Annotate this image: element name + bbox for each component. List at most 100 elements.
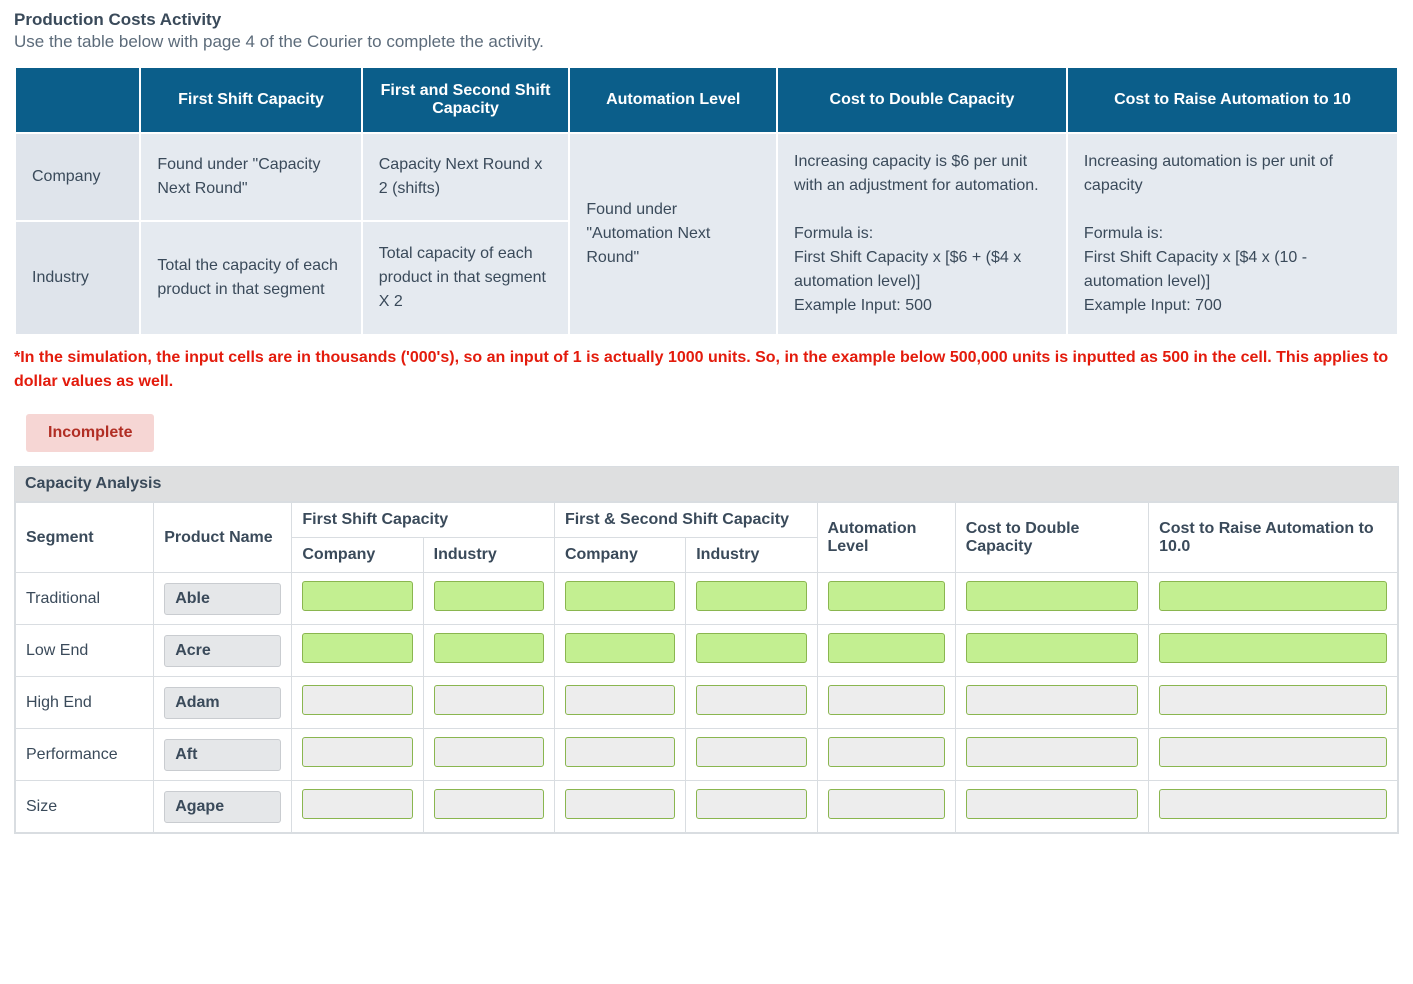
cost-double-input[interactable] [966, 581, 1138, 611]
table-row: High End Adam [16, 677, 1398, 729]
cost-double-input[interactable] [966, 737, 1138, 767]
first-second-company-input[interactable] [565, 633, 675, 663]
cell-cost-double: Increasing capacity is $6 per unit with … [778, 134, 1066, 334]
reference-table: First Shift Capacity First and Second Sh… [14, 66, 1399, 336]
page-title: Production Costs Activity [14, 10, 1399, 30]
cell-first-second-company [554, 781, 685, 833]
ref-header-cost-auto: Cost to Raise Automation to 10 [1068, 68, 1397, 132]
cell-cost-raise-auto [1149, 729, 1398, 781]
cell-cost-raise-auto [1149, 677, 1398, 729]
ref-row-company: Company [16, 134, 139, 220]
cost-double-input[interactable] [966, 685, 1138, 715]
first-shift-industry-input[interactable] [434, 737, 544, 767]
cap-subheader-fs2-company: Company [554, 538, 685, 573]
cell-first-second-industry [686, 729, 817, 781]
capacity-analysis-table: Capacity Analysis Segment Product Name F… [14, 466, 1399, 834]
first-shift-industry-input[interactable] [434, 685, 544, 715]
note-text: *In the simulation, the input cells are … [14, 346, 1399, 394]
product-chip: Able [164, 583, 281, 615]
cell-cost-raise-auto [1149, 573, 1398, 625]
ref-header-first-shift: First Shift Capacity [141, 68, 360, 132]
cost-raise-auto-input[interactable] [1159, 581, 1387, 611]
cell-cost-double-desc: Increasing capacity is $6 per unit with … [794, 150, 1050, 198]
first-second-industry-input[interactable] [696, 789, 806, 819]
cell-segment: High End [16, 677, 154, 729]
first-second-company-input[interactable] [565, 685, 675, 715]
cost-double-input[interactable] [966, 633, 1138, 663]
cell-automation-level [817, 781, 955, 833]
cell-cost-raise-auto [1149, 781, 1398, 833]
ref-header-first-second: First and Second Shift Capacity [363, 68, 569, 132]
cost-raise-auto-input[interactable] [1159, 685, 1387, 715]
automation-level-input[interactable] [828, 633, 945, 663]
product-chip: Aft [164, 739, 281, 771]
first-second-industry-input[interactable] [696, 685, 806, 715]
table-row: Size Agape [16, 781, 1398, 833]
cell-automation-level [817, 677, 955, 729]
first-shift-industry-input[interactable] [434, 789, 544, 819]
first-shift-company-input[interactable] [302, 685, 412, 715]
cell-automation-level [817, 573, 955, 625]
cell-first-shift-company [292, 573, 423, 625]
automation-level-input[interactable] [828, 789, 945, 819]
cell-first-shift-company [292, 729, 423, 781]
cell-cost-auto-desc: Increasing automation is per unit of cap… [1084, 150, 1381, 198]
cell-product: Acre [154, 625, 292, 677]
first-shift-company-input[interactable] [302, 789, 412, 819]
first-second-industry-input[interactable] [696, 737, 806, 767]
cell-first-second-company [554, 677, 685, 729]
cell-cost-double [955, 677, 1148, 729]
first-shift-company-input[interactable] [302, 633, 412, 663]
cell-segment: Low End [16, 625, 154, 677]
table-row: Traditional Able [16, 573, 1398, 625]
cap-header-first-second: First & Second Shift Capacity [554, 503, 817, 538]
first-shift-industry-input[interactable] [434, 633, 544, 663]
first-second-company-input[interactable] [565, 737, 675, 767]
product-chip: Acre [164, 635, 281, 667]
cell-first-second-industry [686, 625, 817, 677]
cell-product: Able [154, 573, 292, 625]
ref-header-cost-double: Cost to Double Capacity [778, 68, 1066, 132]
ref-header-automation: Automation Level [570, 68, 776, 132]
cell-segment: Size [16, 781, 154, 833]
product-chip: Adam [164, 687, 281, 719]
cell-first-shift-industry [423, 677, 554, 729]
first-second-industry-input[interactable] [696, 633, 806, 663]
first-shift-industry-input[interactable] [434, 581, 544, 611]
cell-first-second-industry [686, 677, 817, 729]
cell-automation-level [817, 729, 955, 781]
cap-subheader-fsc-industry: Industry [423, 538, 554, 573]
cost-raise-auto-input[interactable] [1159, 789, 1387, 819]
cell-first-shift-company [292, 781, 423, 833]
cost-raise-auto-input[interactable] [1159, 633, 1387, 663]
page-subtitle: Use the table below with page 4 of the C… [14, 32, 1399, 52]
product-chip: Agape [164, 791, 281, 823]
first-shift-company-input[interactable] [302, 581, 412, 611]
cell-first-shift-industry [423, 625, 554, 677]
cell-company-first-shift: Found under "Capacity Next Round" [141, 134, 360, 220]
cell-first-second-company [554, 625, 685, 677]
first-second-industry-input[interactable] [696, 581, 806, 611]
cell-cost-double [955, 729, 1148, 781]
cell-first-second-company [554, 573, 685, 625]
cell-first-second-industry [686, 573, 817, 625]
cell-product: Aft [154, 729, 292, 781]
cell-cost-double-formula-label: Formula is: [794, 222, 1050, 246]
cell-company-first-second: Capacity Next Round x 2 (shifts) [363, 134, 569, 220]
cell-cost-auto: Increasing automation is per unit of cap… [1068, 134, 1397, 334]
cell-cost-double-example: Example Input: 500 [794, 294, 1050, 318]
automation-level-input[interactable] [828, 581, 945, 611]
first-second-company-input[interactable] [565, 789, 675, 819]
cost-double-input[interactable] [966, 789, 1138, 819]
cell-industry-first-shift: Total the capacity of each product in th… [141, 222, 360, 334]
automation-level-input[interactable] [828, 685, 945, 715]
first-second-company-input[interactable] [565, 581, 675, 611]
cell-industry-first-second: Total capacity of each product in that s… [363, 222, 569, 334]
automation-level-input[interactable] [828, 737, 945, 767]
cost-raise-auto-input[interactable] [1159, 737, 1387, 767]
cell-first-shift-industry [423, 781, 554, 833]
first-shift-company-input[interactable] [302, 737, 412, 767]
cell-segment: Traditional [16, 573, 154, 625]
cap-header-product: Product Name [154, 503, 292, 573]
cell-segment: Performance [16, 729, 154, 781]
